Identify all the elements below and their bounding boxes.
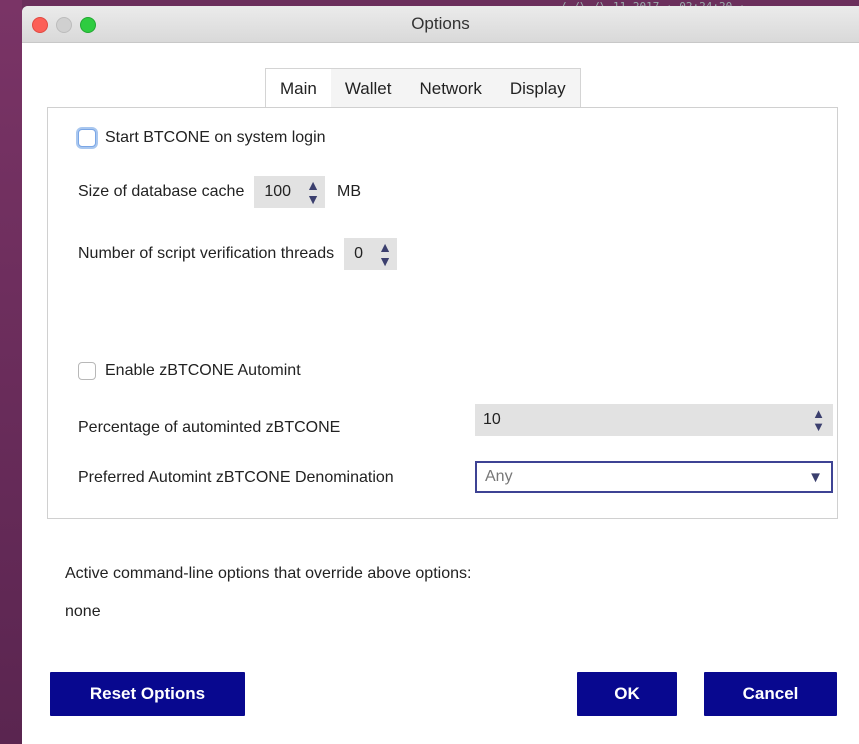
- tab-network[interactable]: Network: [405, 69, 495, 109]
- automint-percentage-label: Percentage of autominted zBTCONE: [78, 419, 341, 436]
- main-tab-panel: Start BTCONE on system login Size of dat…: [47, 107, 838, 519]
- title-bar: Options: [22, 6, 859, 43]
- window-title: Options: [411, 14, 470, 33]
- cancel-button[interactable]: Cancel: [704, 672, 837, 716]
- db-cache-value: 100: [264, 183, 292, 200]
- start-on-login-label: Start BTCONE on system login: [105, 129, 326, 146]
- override-value: none: [65, 603, 101, 620]
- automint-row: Enable zBTCONE Automint: [78, 362, 301, 380]
- spin-arrows-icon[interactable]: ▲ ▼: [812, 407, 825, 433]
- automint-checkbox[interactable]: [78, 362, 96, 380]
- script-threads-spinbox[interactable]: 0 ▲ ▼: [344, 238, 398, 270]
- automint-percentage-value: 10: [483, 411, 501, 428]
- db-cache-label: Size of database cache: [78, 183, 245, 200]
- ok-button[interactable]: OK: [577, 672, 677, 716]
- automint-denomination-row: Preferred Automint zBTCONE Denomination: [78, 462, 394, 494]
- override-label: Active command-line options that overrid…: [65, 565, 472, 582]
- spin-arrows-icon[interactable]: ▲ ▼: [373, 240, 397, 268]
- script-threads-label: Number of script verification threads: [78, 245, 335, 262]
- reset-options-button[interactable]: Reset Options: [50, 672, 245, 716]
- desktop-background: [0, 0, 22, 744]
- dialog-content: Main Wallet Network Display Start BTCONE…: [22, 43, 859, 744]
- db-cache-unit: MB: [337, 183, 362, 200]
- automint-denomination-select[interactable]: Any ▼: [475, 461, 833, 493]
- start-on-login-checkbox[interactable]: [78, 129, 96, 147]
- automint-percentage-row: Percentage of autominted zBTCONE: [78, 412, 340, 444]
- tab-display[interactable]: Display: [496, 69, 580, 109]
- db-cache-row: Size of database cache 100 ▲ ▼ MB: [78, 176, 361, 208]
- automint-denomination-value: Any: [485, 468, 513, 485]
- options-window: Options Main Wallet Network Display Star…: [22, 6, 859, 744]
- automint-denomination-label: Preferred Automint zBTCONE Denomination: [78, 469, 394, 486]
- tab-main[interactable]: Main: [266, 69, 331, 109]
- start-on-login-row: Start BTCONE on system login: [78, 129, 326, 147]
- spin-arrows-icon[interactable]: ▲ ▼: [301, 178, 325, 206]
- db-cache-spinbox[interactable]: 100 ▲ ▼: [254, 176, 326, 208]
- dropdown-arrow-icon[interactable]: ▼: [808, 469, 823, 486]
- script-threads-value: 0: [354, 245, 364, 262]
- automint-label: Enable zBTCONE Automint: [105, 362, 301, 379]
- script-threads-row: Number of script verification threads 0 …: [78, 238, 398, 270]
- tab-wallet[interactable]: Wallet: [331, 69, 406, 109]
- tab-bar: Main Wallet Network Display: [265, 68, 581, 109]
- automint-percentage-spinbox[interactable]: 10 ▲ ▼: [475, 404, 833, 436]
